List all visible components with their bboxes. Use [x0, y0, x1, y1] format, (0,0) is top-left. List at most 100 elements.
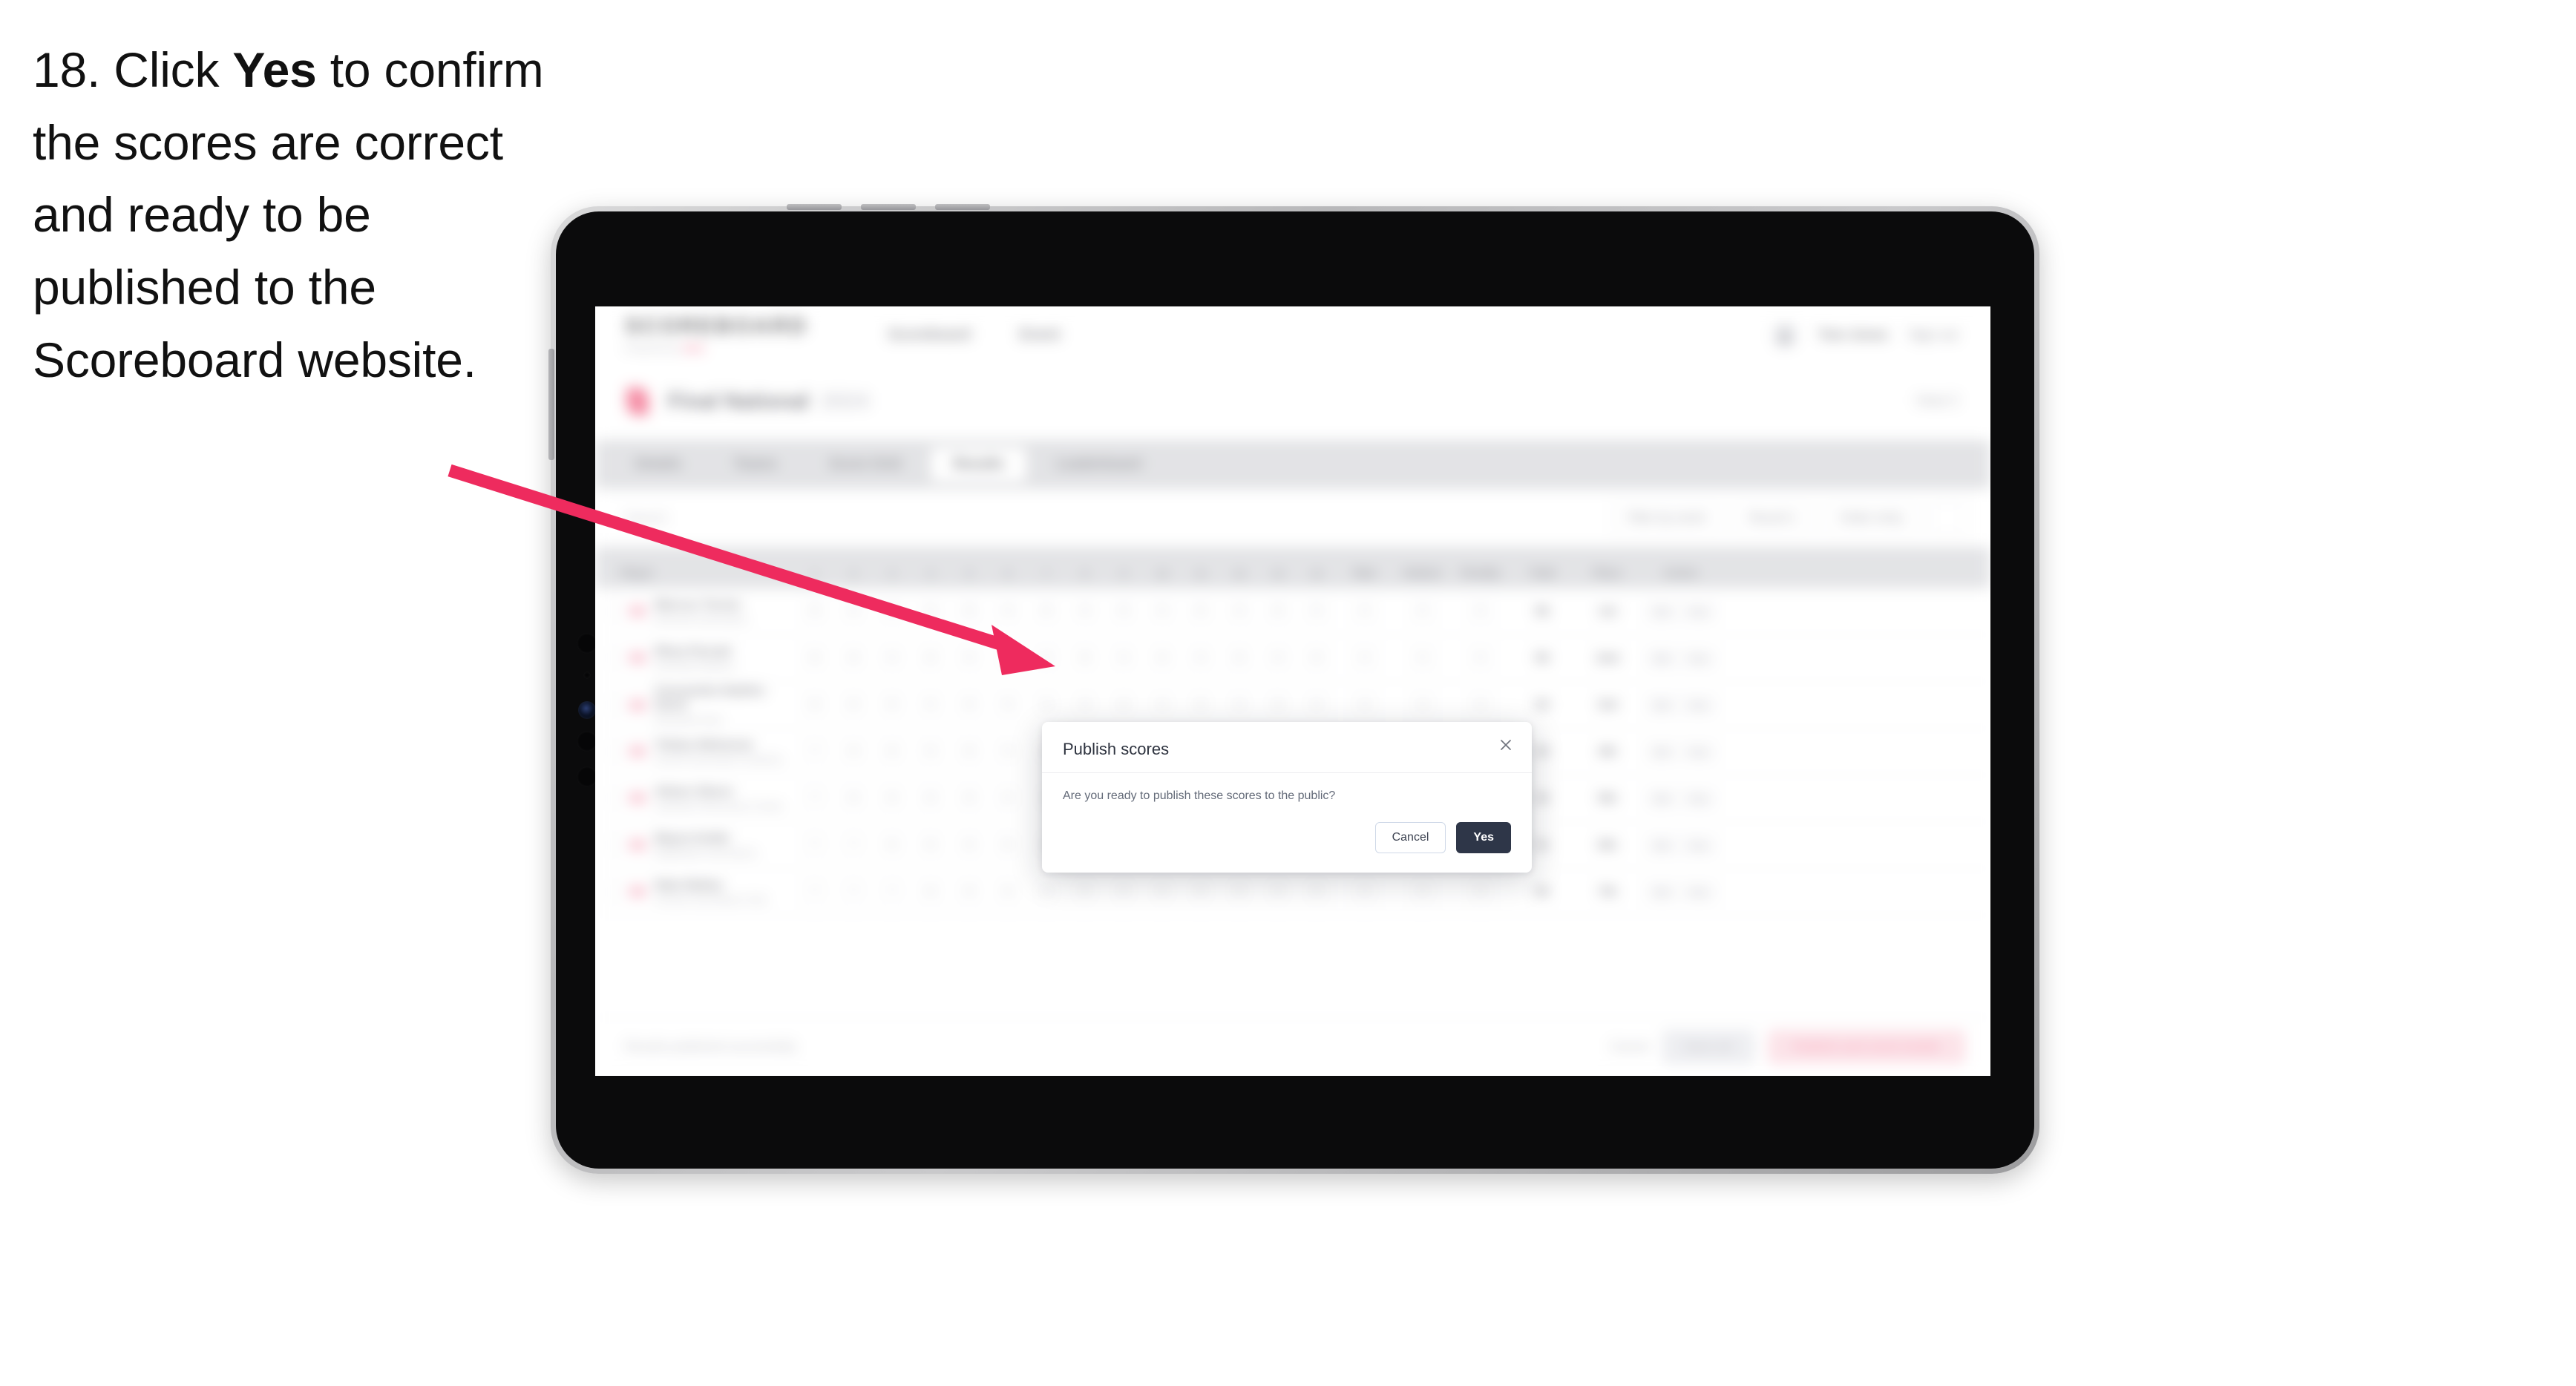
cell-judge-score[interactable]: 7: [834, 832, 873, 858]
row-checkbox[interactable]: [603, 789, 620, 807]
score-input[interactable]: 8: [879, 598, 905, 625]
cell-judge-score[interactable]: 8: [911, 785, 950, 812]
score-input[interactable]: 9: [1303, 692, 1330, 718]
cell-judge-score[interactable]: 8: [950, 738, 989, 765]
score-input[interactable]: 8: [1187, 692, 1214, 718]
tab-score-grid[interactable]: Score Grid: [807, 447, 923, 482]
score-input[interactable]: 9: [879, 645, 905, 671]
score-input[interactable]: 8: [956, 598, 983, 625]
device-top-button-1[interactable]: [787, 204, 842, 210]
cell-judge-score[interactable]: 8: [873, 692, 911, 718]
score-input[interactable]: 8: [1265, 692, 1291, 718]
score-input[interactable]: 9: [1226, 598, 1253, 625]
score-input[interactable]: 9: [1303, 598, 1330, 625]
row-checkbox[interactable]: [603, 835, 620, 854]
score-input[interactable]: 9: [1149, 598, 1176, 625]
cell-judge-score[interactable]: 8: [1297, 878, 1336, 905]
row-checkbox[interactable]: [603, 648, 620, 667]
score-input[interactable]: 9: [994, 692, 1021, 718]
row-action-button[interactable]: Edit: [1645, 601, 1678, 622]
cell-judge-score[interactable]: 8: [1182, 692, 1220, 718]
cell-judge-score[interactable]: 7: [834, 878, 873, 905]
cell-judge-score[interactable]: 8: [873, 832, 911, 858]
cell-judge-score[interactable]: 8: [950, 692, 989, 718]
score-input[interactable]: 8: [1226, 878, 1253, 905]
cell-judge-score[interactable]: 9: [1066, 598, 1104, 625]
cell-judge-score[interactable]: 9: [1143, 692, 1182, 718]
cell-judge-score[interactable]: 8: [950, 598, 989, 625]
cell-judge-score[interactable]: 8: [1259, 878, 1297, 905]
score-input[interactable]: 7: [840, 878, 867, 905]
cell-judge-score[interactable]: 9: [834, 598, 873, 625]
score-input[interactable]: 9: [994, 785, 1021, 812]
tab-leaderboard[interactable]: Leaderboard: [1034, 447, 1164, 482]
score-input[interactable]: 8: [840, 692, 867, 718]
cell-judge-score[interactable]: 8: [989, 645, 1027, 671]
row-action-button[interactable]: Edit: [1645, 694, 1678, 715]
score-input[interactable]: 8: [1033, 878, 1060, 905]
score-input[interactable]: 8: [879, 832, 905, 858]
score-input[interactable]: 8: [917, 878, 944, 905]
score-input[interactable]: 7: [802, 832, 828, 858]
nav-item-event[interactable]: Event: [1020, 326, 1060, 344]
cell-judge-score[interactable]: 8: [1027, 878, 1066, 905]
cell-judge-score[interactable]: 9: [1297, 692, 1336, 718]
filter-round-dropdown[interactable]: Round 1: [1733, 502, 1813, 534]
tab-results[interactable]: Results: [931, 447, 1026, 482]
sign-out-link[interactable]: Sign out: [1909, 327, 1958, 343]
score-input[interactable]: 8: [840, 785, 867, 812]
score-input[interactable]: 9: [1149, 692, 1176, 718]
avatar[interactable]: [1772, 322, 1798, 347]
table-row[interactable]: Rhea Parvati Northside Athletics 8 8 9 8 9 8 9 8 9…: [595, 635, 1990, 682]
score-input[interactable]: 9: [956, 645, 983, 671]
row-action-button[interactable]: View: [1680, 835, 1717, 855]
device-volume-button[interactable]: [548, 349, 554, 460]
score-input[interactable]: 8: [879, 692, 905, 718]
score-input[interactable]: 9: [917, 692, 944, 718]
cell-judge-score[interactable]: 9: [989, 738, 1027, 765]
row-action-button[interactable]: View: [1680, 648, 1717, 669]
row-action-button[interactable]: View: [1680, 601, 1717, 622]
publish-and-send-emails-button[interactable]: Publish and send emails: [1767, 1030, 1965, 1064]
footer-cancel-link[interactable]: Cancel: [1610, 1040, 1649, 1054]
score-input[interactable]: 9: [917, 738, 944, 765]
device-top-button-2[interactable]: [861, 204, 916, 210]
cell-judge-score[interactable]: 8: [911, 832, 950, 858]
score-input[interactable]: 9: [840, 598, 867, 625]
row-action-button[interactable]: Edit: [1645, 648, 1678, 669]
cell-judge-score[interactable]: 8: [1182, 878, 1220, 905]
row-checkbox[interactable]: [603, 602, 620, 620]
score-input[interactable]: 7: [802, 785, 828, 812]
score-input[interactable]: 8: [1110, 598, 1137, 625]
brand-logo[interactable]: SCOREBOARD Powered by SGA: [625, 315, 808, 355]
score-input[interactable]: 8: [1072, 878, 1098, 905]
cell-judge-score[interactable]: 8: [796, 645, 834, 671]
score-input[interactable]: 9: [917, 598, 944, 625]
cell-judge-score[interactable]: 9: [1297, 598, 1336, 625]
cell-judge-score[interactable]: 8: [950, 878, 989, 905]
search-input[interactable]: Search: [625, 510, 667, 526]
score-input[interactable]: 8: [1033, 598, 1060, 625]
cell-judge-score[interactable]: 9: [1220, 692, 1259, 718]
row-action-button[interactable]: View: [1680, 881, 1717, 902]
cell-judge-score[interactable]: 9: [1182, 645, 1220, 671]
cell-judge-score[interactable]: 8: [1259, 692, 1297, 718]
cell-judge-score[interactable]: 8: [1220, 645, 1259, 671]
cell-judge-score[interactable]: 9: [989, 785, 1027, 812]
sort-order-dropdown[interactable]: Order entry: [1824, 502, 1919, 534]
cell-judge-score[interactable]: 8: [1182, 598, 1220, 625]
score-input[interactable]: 7: [840, 832, 867, 858]
score-input[interactable]: 8: [1265, 598, 1291, 625]
score-input[interactable]: 8: [1110, 878, 1137, 905]
score-input[interactable]: 8: [1187, 878, 1214, 905]
cell-judge-score[interactable]: 9: [989, 598, 1027, 625]
score-input[interactable]: 8: [917, 645, 944, 671]
cell-judge-score[interactable]: 8: [796, 598, 834, 625]
score-input[interactable]: 9: [1110, 645, 1137, 671]
cancel-button[interactable]: Cancel: [1374, 822, 1446, 853]
score-input[interactable]: 8: [1033, 692, 1060, 718]
cell-judge-score[interactable]: 8: [911, 878, 950, 905]
score-input[interactable]: 8: [802, 645, 828, 671]
table-row[interactable]: Nate Bailey Fairview Gymnastics Club 7 7 7 8 8…: [595, 869, 1990, 916]
score-input[interactable]: 8: [879, 785, 905, 812]
